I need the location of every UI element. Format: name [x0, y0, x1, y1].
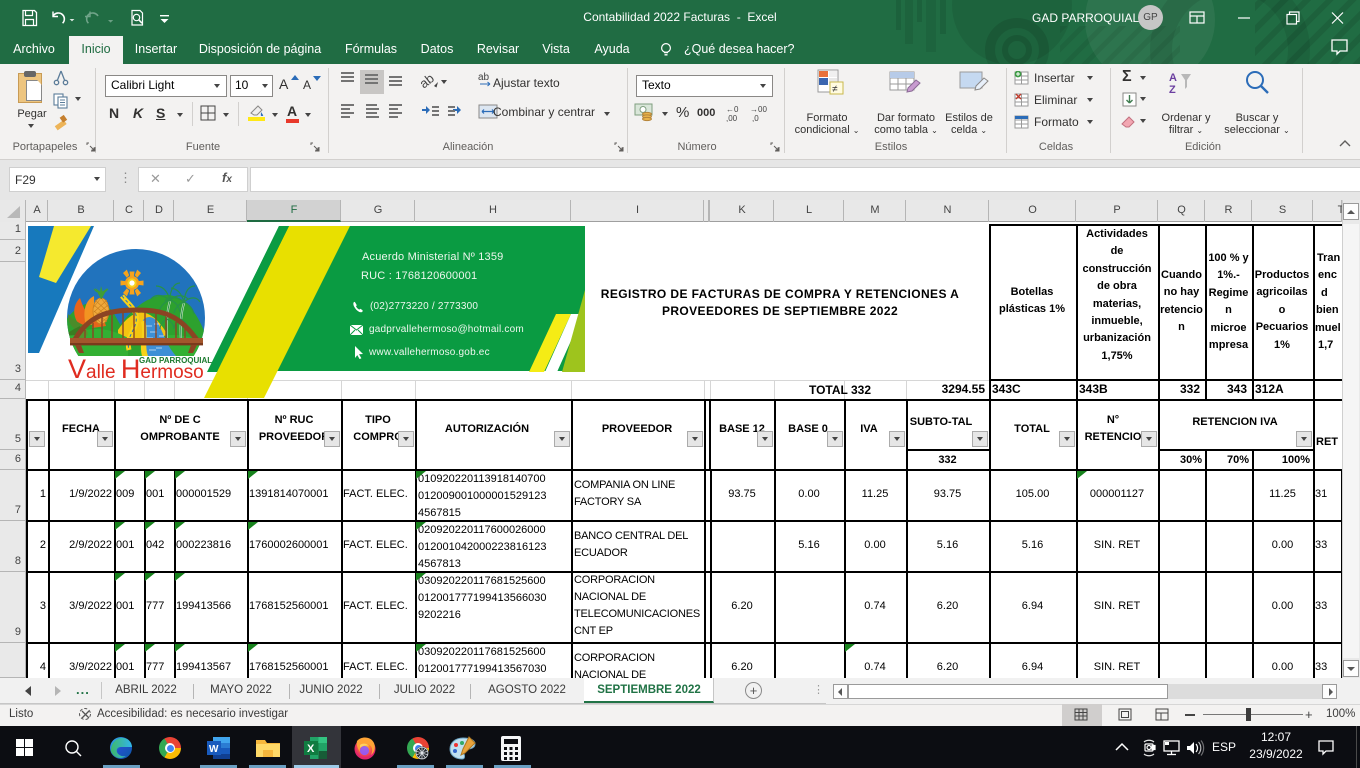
svg-text:Z: Z [1169, 84, 1176, 96]
svg-text:ab: ab [418, 70, 437, 91]
svg-text:←0: ←0 [726, 105, 739, 114]
svg-text:A: A [1169, 72, 1177, 84]
svg-text:ab: ab [478, 72, 490, 83]
svg-text:,00: ,00 [726, 114, 738, 122]
svg-text:X: X [307, 743, 315, 755]
svg-text:→00: →00 [750, 105, 767, 114]
svg-text:W: W [209, 744, 219, 755]
svg-text:,0: ,0 [752, 114, 759, 122]
svg-text:≠: ≠ [832, 84, 838, 95]
